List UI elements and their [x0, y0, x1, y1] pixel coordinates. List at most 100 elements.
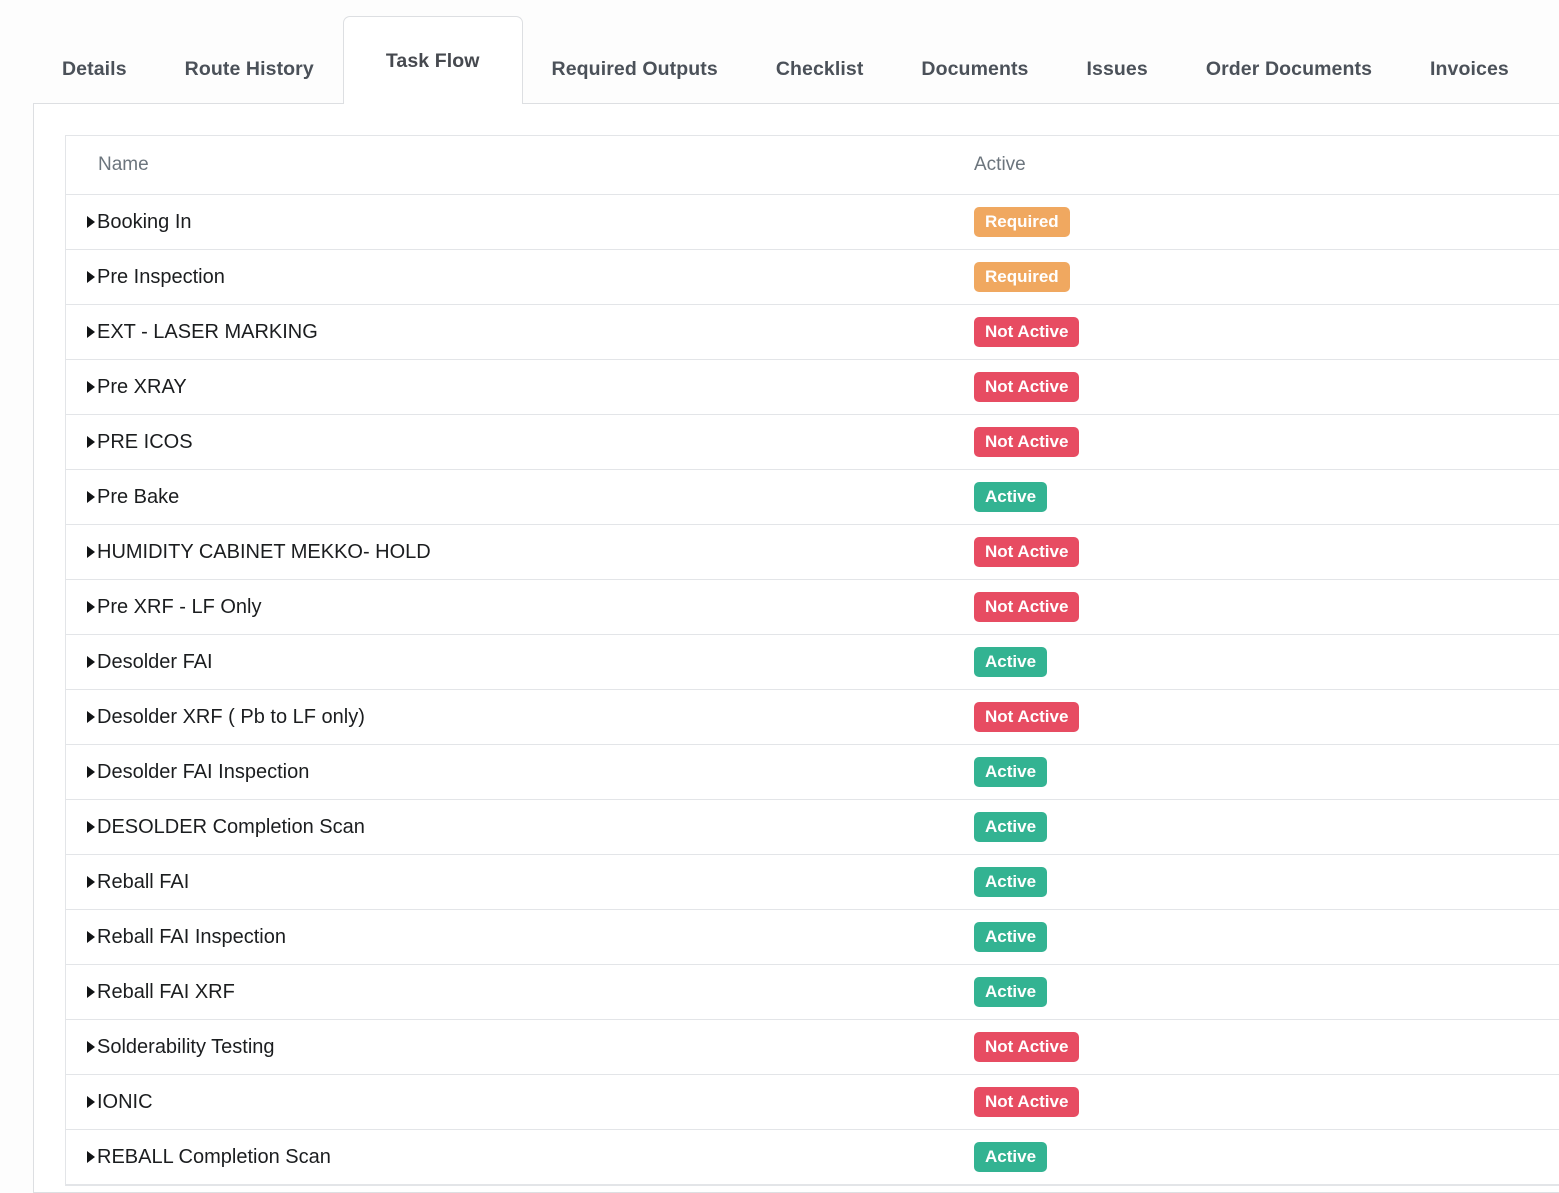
task-name-label: Pre Bake: [97, 485, 180, 508]
cell-active-status: Not Active: [974, 537, 1559, 567]
cell-task-name: Solderability Testing: [66, 1036, 974, 1059]
cell-task-name: Booking In: [66, 211, 974, 234]
cell-active-status: Active: [974, 647, 1559, 677]
expand-triangle-icon[interactable]: [87, 326, 95, 338]
cell-task-name: DESOLDER Completion Scan: [66, 816, 974, 839]
cell-task-name: Desolder FAI Inspection: [66, 761, 974, 784]
cell-task-name: Pre XRF - LF Only: [66, 596, 974, 619]
status-badge: Required: [974, 262, 1070, 292]
tab-list: Details Route History Task Flow Required Ou…: [0, 0, 1559, 104]
cell-task-name: Desolder FAI: [66, 651, 974, 674]
column-header-name: Name: [98, 154, 149, 175]
table-row[interactable]: Pre Inspection Required: [66, 250, 1559, 305]
expand-triangle-icon[interactable]: [87, 436, 95, 448]
cell-task-name: REBALL Completion Scan: [66, 1146, 974, 1169]
cell-task-name: Desolder XRF ( Pb to LF only): [66, 706, 974, 729]
table-row[interactable]: IONIC Not Active: [66, 1075, 1559, 1130]
tab-order-documents[interactable]: Order Documents: [1177, 32, 1401, 104]
status-badge: Not Active: [974, 317, 1080, 347]
cell-active-status: Not Active: [974, 592, 1559, 622]
table-row[interactable]: EXT - LASER MARKING Not Active: [66, 305, 1559, 360]
table-row[interactable]: REBALL Completion Scan Active: [66, 1130, 1559, 1185]
task-name-label: IONIC: [97, 1090, 153, 1113]
expand-triangle-icon[interactable]: [87, 271, 95, 283]
cell-active-status: Active: [974, 482, 1559, 512]
expand-triangle-icon[interactable]: [87, 1041, 95, 1053]
expand-triangle-icon[interactable]: [87, 821, 95, 833]
tab-content-panel: Name Active Booking In Required Pre Inspec…: [33, 103, 1559, 1193]
table-row[interactable]: Pre Bake Active: [66, 470, 1559, 525]
status-badge: Not Active: [974, 427, 1080, 457]
task-name-label: Booking In: [97, 210, 192, 233]
column-header-active: Active: [974, 154, 1026, 175]
tab-checklist[interactable]: Checklist: [747, 32, 893, 104]
tab-bar: Details Route History Task Flow Required Ou…: [0, 0, 1559, 104]
table-header-row: Name Active: [66, 136, 1559, 195]
tab-documents[interactable]: Documents: [892, 32, 1057, 104]
status-badge: Active: [974, 977, 1048, 1007]
task-name-label: Reball FAI Inspection: [97, 925, 286, 948]
cell-active-status: Required: [974, 262, 1559, 292]
tab-details[interactable]: Details: [33, 32, 156, 104]
cell-task-name: Pre XRAY: [66, 376, 974, 399]
expand-triangle-icon[interactable]: [87, 876, 95, 888]
table-row[interactable]: Reball FAI XRF Active: [66, 965, 1559, 1020]
expand-triangle-icon[interactable]: [87, 986, 95, 998]
task-flow-table: Name Active Booking In Required Pre Inspec…: [65, 135, 1559, 1186]
status-badge: Not Active: [974, 537, 1080, 567]
status-badge: Not Active: [974, 592, 1080, 622]
expand-triangle-icon[interactable]: [87, 656, 95, 668]
cell-active-status: Not Active: [974, 702, 1559, 732]
cell-task-name: IONIC: [66, 1091, 974, 1114]
expand-triangle-icon[interactable]: [87, 1096, 95, 1108]
cell-active-status: Not Active: [974, 1032, 1559, 1062]
expand-triangle-icon[interactable]: [87, 216, 95, 228]
expand-triangle-icon[interactable]: [87, 1151, 95, 1163]
table-row[interactable]: PRE ICOS Not Active: [66, 415, 1559, 470]
expand-triangle-icon[interactable]: [87, 381, 95, 393]
cell-task-name: Reball FAI Inspection: [66, 926, 974, 949]
task-name-label: Pre Inspection: [97, 265, 225, 288]
task-name-label: EXT - LASER MARKING: [97, 320, 318, 343]
expand-triangle-icon[interactable]: [87, 711, 95, 723]
status-badge: Active: [974, 1142, 1048, 1172]
table-row[interactable]: Reball FAI Active: [66, 855, 1559, 910]
tab-task-flow[interactable]: Task Flow: [342, 16, 523, 104]
table-row[interactable]: Pre XRAY Not Active: [66, 360, 1559, 415]
status-badge: Active: [974, 812, 1048, 842]
expand-triangle-icon[interactable]: [87, 931, 95, 943]
table-row[interactable]: Desolder FAI Active: [66, 635, 1559, 690]
table-row[interactable]: Desolder XRF ( Pb to LF only) Not Active: [66, 690, 1559, 745]
table-row[interactable]: Solderability Testing Not Active: [66, 1020, 1559, 1075]
cell-active-status: Active: [974, 867, 1559, 897]
cell-active-status: Required: [974, 207, 1559, 237]
status-badge: Active: [974, 922, 1048, 952]
cell-task-name: Reball FAI XRF: [66, 981, 974, 1004]
table-body: Booking In Required Pre Inspection Required…: [66, 195, 1559, 1185]
table-row[interactable]: Booking In Required: [66, 195, 1559, 250]
tab-invoices[interactable]: Invoices: [1401, 32, 1538, 104]
task-name-label: PRE ICOS: [97, 430, 193, 453]
task-name-label: Desolder FAI: [97, 650, 213, 673]
status-badge: Not Active: [974, 1087, 1080, 1117]
table-row[interactable]: Reball FAI Inspection Active: [66, 910, 1559, 965]
cell-task-name: Reball FAI: [66, 871, 974, 894]
task-name-label: Reball FAI: [97, 870, 190, 893]
cell-active-status: Active: [974, 812, 1559, 842]
expand-triangle-icon[interactable]: [87, 766, 95, 778]
tab-issues[interactable]: Issues: [1058, 32, 1177, 104]
cell-active-status: Not Active: [974, 317, 1559, 347]
table-row[interactable]: DESOLDER Completion Scan Active: [66, 800, 1559, 855]
cell-active-status: Not Active: [974, 372, 1559, 402]
table-row[interactable]: Pre XRF - LF Only Not Active: [66, 580, 1559, 635]
tab-required-outputs[interactable]: Required Outputs: [523, 32, 747, 104]
expand-triangle-icon[interactable]: [87, 546, 95, 558]
expand-triangle-icon[interactable]: [87, 491, 95, 503]
tab-route-history[interactable]: Route History: [156, 32, 343, 104]
status-badge: Not Active: [974, 1032, 1080, 1062]
expand-triangle-icon[interactable]: [87, 601, 95, 613]
task-name-label: Desolder FAI Inspection: [97, 760, 310, 783]
table-row[interactable]: HUMIDITY CABINET MEKKO- HOLD Not Active: [66, 525, 1559, 580]
cell-task-name: HUMIDITY CABINET MEKKO- HOLD: [66, 541, 974, 564]
table-row[interactable]: Desolder FAI Inspection Active: [66, 745, 1559, 800]
